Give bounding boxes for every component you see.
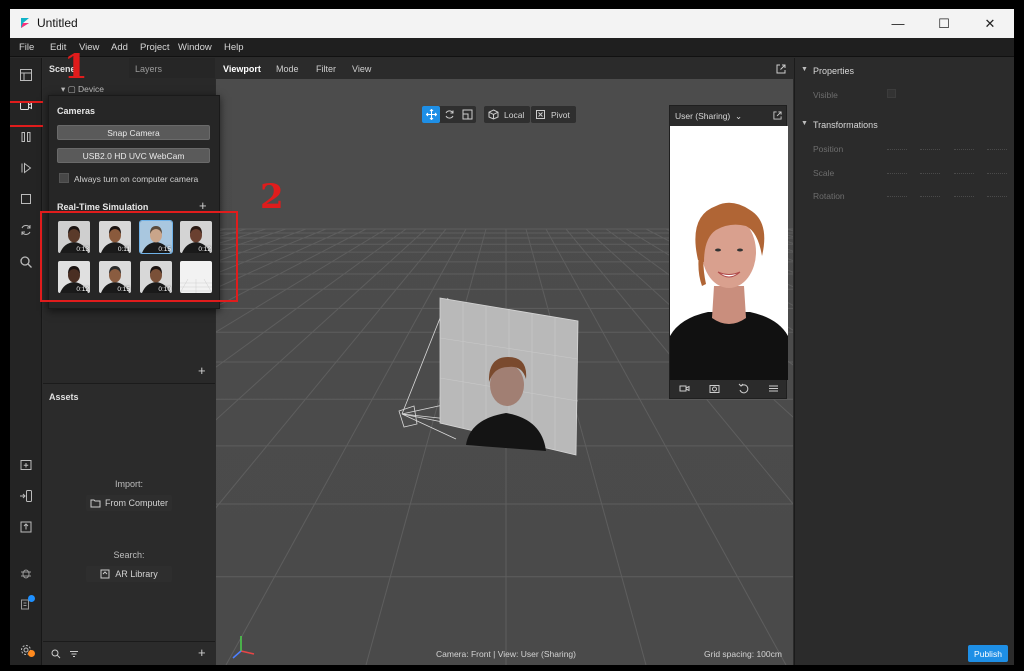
maximize-button[interactable]: ☐	[921, 9, 967, 38]
always-on-checkbox[interactable]	[59, 173, 69, 183]
library-icon	[100, 569, 110, 579]
window-title: Untitled	[37, 16, 78, 30]
properties-title: Properties	[813, 66, 855, 76]
tab-mode[interactable]: Mode	[276, 64, 299, 74]
export-icon[interactable]	[16, 518, 36, 536]
transformations-collapse-icon[interactable]: ▼	[801, 120, 808, 127]
preview-panel: User (Sharing) ⌄	[669, 105, 788, 399]
rotate-tool-icon[interactable]	[440, 106, 458, 123]
menu-icon[interactable]	[768, 383, 779, 394]
visible-checkbox[interactable]	[887, 89, 896, 98]
cube-icon	[484, 106, 502, 123]
rotation-fields[interactable]	[887, 191, 1007, 200]
viewport-header: Viewport Mode Filter View	[216, 58, 793, 79]
preview-camera-icon[interactable]	[679, 383, 690, 394]
grid-spacing-status: Grid spacing: 100cm	[704, 649, 782, 659]
visible-label: Visible	[813, 90, 838, 100]
rotation-label: Rotation	[813, 191, 845, 201]
local-toggle[interactable]: Local	[484, 106, 531, 123]
annotation-number-1: 1	[64, 47, 88, 87]
preview-title: User (Sharing)	[675, 111, 731, 121]
minimize-button[interactable]: —	[875, 9, 921, 38]
stop-icon[interactable]	[16, 190, 36, 208]
pivot-icon	[531, 106, 549, 123]
from-computer-label: From Computer	[104, 498, 168, 508]
menu-bar: File Edit View Add Project Window Help	[10, 38, 1014, 57]
viewport-panel: Viewport Mode Filter View Local Pivot Us…	[216, 58, 793, 665]
always-on-label: Always turn on computer camera	[74, 174, 199, 184]
snap-camera-button[interactable]: Snap Camera	[57, 125, 210, 140]
tab-viewport[interactable]: Viewport	[223, 64, 261, 74]
move-tool-icon[interactable]	[422, 106, 440, 123]
menu-help[interactable]: Help	[224, 42, 244, 53]
assets-search-icon[interactable]	[51, 649, 61, 659]
pivot-label: Pivot	[551, 109, 570, 120]
import-label: Import:	[114, 479, 143, 489]
preview-video	[670, 126, 788, 380]
screenshot-icon[interactable]	[709, 383, 720, 394]
layout-icon[interactable]	[16, 66, 36, 84]
cameras-title: Cameras	[57, 106, 96, 116]
assets-add-icon[interactable]: +	[198, 645, 206, 660]
app-window: Untitled — ☐ ✕ File Edit View Add Projec…	[10, 9, 1014, 665]
local-label: Local	[504, 109, 525, 120]
pause-icon[interactable]	[16, 128, 36, 146]
refresh-icon[interactable]	[16, 221, 36, 239]
bug-icon[interactable]	[16, 564, 36, 582]
webcam-button[interactable]: USB2.0 HD UVC WebCam	[57, 148, 210, 163]
scale-tool-icon[interactable]	[458, 106, 476, 123]
scene-add-icon[interactable]: +	[198, 363, 206, 378]
add-folder-icon[interactable]	[16, 456, 36, 474]
ar-library-label: AR Library	[115, 569, 158, 579]
position-label: Position	[813, 144, 844, 154]
scale-label: Scale	[813, 168, 835, 178]
assets-panel: Assets Import: From Computer Search: AR …	[43, 383, 215, 665]
search-icon[interactable]	[16, 253, 36, 271]
filter-icon[interactable]	[69, 649, 79, 659]
transform-toolbar	[422, 106, 476, 123]
simulation-highlight-box	[40, 211, 238, 302]
camera-highlight-box	[10, 101, 46, 127]
play-step-icon[interactable]	[16, 159, 36, 177]
ar-library-button[interactable]: AR Library	[86, 566, 172, 582]
viewport-canvas[interactable]: Local Pivot User (Sharing) ⌄ Camera: Fro…	[216, 79, 793, 665]
settings-notification-dot	[28, 650, 35, 657]
title-bar: Untitled — ☐ ✕	[10, 9, 1014, 38]
preview-header: User (Sharing) ⌄	[670, 106, 788, 126]
tab-view[interactable]: View	[352, 64, 371, 74]
folder-icon	[90, 499, 101, 508]
menu-add[interactable]: Add	[111, 42, 128, 53]
tab-filter[interactable]: Filter	[316, 64, 336, 74]
publish-button[interactable]: Publish	[968, 645, 1008, 662]
close-button[interactable]: ✕	[967, 9, 1013, 38]
position-fields[interactable]	[887, 144, 1007, 153]
lens-studio-logo-icon	[21, 18, 29, 28]
assets-toolbar: +	[43, 641, 215, 665]
from-computer-button[interactable]: From Computer	[86, 495, 172, 511]
camera-status: Camera: Front | View: User (Sharing)	[436, 649, 576, 659]
preview-popout-icon[interactable]	[773, 111, 782, 120]
send-to-device-icon[interactable]	[16, 487, 36, 505]
search-label: Search:	[113, 550, 145, 560]
tab-layers[interactable]: Layers	[129, 58, 215, 78]
preview-controls	[670, 378, 788, 398]
menu-file[interactable]: File	[19, 42, 34, 53]
notification-dot	[28, 595, 35, 602]
properties-panel: ▼ Properties Visible ▼ Transformations P…	[794, 58, 1014, 665]
reset-icon[interactable]	[738, 383, 749, 394]
preview-source-select[interactable]: User (Sharing) ⌄	[675, 111, 742, 122]
transformations-title: Transformations	[813, 120, 878, 130]
viewport-popout-icon[interactable]	[776, 64, 786, 74]
scale-fields[interactable]	[887, 168, 1007, 177]
annotation-number-2: 2	[260, 177, 284, 217]
pivot-toggle[interactable]: Pivot	[531, 106, 576, 123]
menu-project[interactable]: Project	[140, 42, 170, 53]
tool-icon-strip	[10, 58, 46, 665]
assets-title: Assets	[49, 392, 79, 402]
properties-collapse-icon[interactable]: ▼	[801, 66, 808, 73]
menu-window[interactable]: Window	[178, 42, 212, 53]
